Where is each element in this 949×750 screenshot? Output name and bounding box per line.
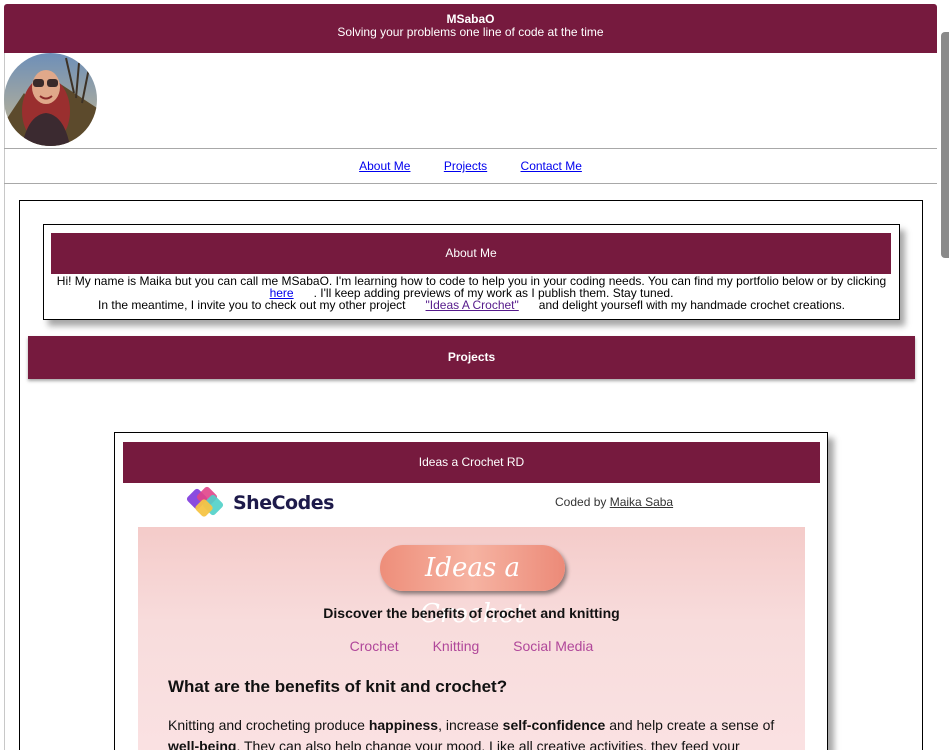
coded-by: Coded by Maika Saba xyxy=(555,495,673,509)
paragraph-bold-wellbeing: well-being xyxy=(168,738,237,750)
paragraph-text: Knitting and crocheting produce xyxy=(168,717,369,733)
avatar xyxy=(4,53,97,146)
project-title: Ideas a Crochet RD xyxy=(123,442,820,483)
about-line-3-pre: In the meantime, I invite you to check o… xyxy=(98,298,406,312)
coded-by-name-link[interactable]: Maika Saba xyxy=(610,495,673,509)
site-subtitle: Solving your problems one line of code a… xyxy=(337,25,604,39)
site-title: MSabaO xyxy=(446,12,495,26)
nav-contact-me[interactable]: Contact Me xyxy=(521,159,582,173)
paragraph-text: . They can also help change your mood. L… xyxy=(236,738,740,750)
preview-nav-social-media[interactable]: Social Media xyxy=(513,638,593,654)
about-line-3-post: and delight yoursefl with my handmade cr… xyxy=(538,298,845,312)
shecodes-brand: SheCodes xyxy=(233,492,334,514)
nav-projects[interactable]: Projects xyxy=(444,159,487,173)
preview-nav-crochet[interactable]: Crochet xyxy=(350,638,399,654)
ideas-a-crochet-logo: Ideas a Crochet xyxy=(380,545,565,629)
preview-nav: Crochet Knitting Social Media xyxy=(138,638,805,654)
preview-nav-knitting[interactable]: Knitting xyxy=(433,638,480,654)
projects-heading: Projects xyxy=(28,336,915,379)
scrollbar-thumb[interactable] xyxy=(941,32,949,258)
coded-by-label: Coded by xyxy=(555,495,607,509)
shecodes-logo-icon xyxy=(186,486,224,517)
project-preview[interactable]: SheCodes Coded by Maika Saba Ideas a Cro… xyxy=(123,483,820,750)
profile-photo-icon xyxy=(4,53,97,146)
preview-tagline: Discover the benefits of crochet and kni… xyxy=(323,605,620,621)
project-card[interactable]: Ideas a Crochet RD SheCodes Coded by Mai… xyxy=(114,432,828,750)
ideas-a-crochet-link[interactable]: "Ideas A Crochet" xyxy=(426,298,519,312)
about-section: About Me Hi! My name is Maika but you ca… xyxy=(43,224,900,320)
preview-question: What are the benefits of knit and croche… xyxy=(168,677,508,696)
shecodes-logo: SheCodes xyxy=(185,483,334,523)
nav-about-me[interactable]: About Me xyxy=(359,159,410,173)
paragraph-bold-confidence: self-confidence xyxy=(502,717,606,733)
site-header: MSabaO Solving your problems one line of… xyxy=(4,4,937,53)
paragraph-bold-happiness: happiness xyxy=(368,717,439,733)
preview-hero: Ideas a Crochet Discover the benefits of… xyxy=(138,527,805,750)
about-title: About Me xyxy=(51,233,891,274)
preview-paragraph: Knitting and crocheting produce happines… xyxy=(168,715,788,750)
about-text: Hi! My name is Maika but you can call me… xyxy=(48,275,895,311)
main-nav: About Me Projects Contact Me xyxy=(4,148,937,184)
paragraph-text: and help create a sense of xyxy=(605,717,775,733)
paragraph-text: , increase xyxy=(438,717,503,733)
